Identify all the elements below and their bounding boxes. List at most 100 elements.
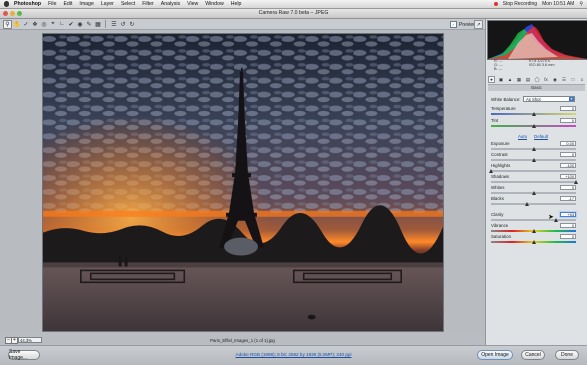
shadows-track[interactable]: [491, 181, 576, 183]
menu-image[interactable]: Image: [79, 1, 93, 7]
menu-window[interactable]: Window: [205, 1, 223, 7]
preview-toggle[interactable]: ✓ Preview: [450, 21, 477, 28]
spot-removal-tool-icon[interactable]: ✔: [67, 20, 75, 28]
tab-presets-icon[interactable]: ☰: [561, 77, 567, 83]
tint-slider[interactable]: Tint 0: [491, 118, 583, 130]
contrast-knob[interactable]: [531, 158, 536, 162]
blacks-track[interactable]: [491, 203, 576, 205]
open-image-button[interactable]: Open Image: [477, 350, 513, 360]
vibrance-knob[interactable]: [531, 229, 536, 233]
clarity-label: Clarity: [491, 212, 504, 217]
preferences-icon[interactable]: ☰: [110, 20, 118, 28]
whites-knob[interactable]: [531, 191, 536, 195]
tab-hsl-icon[interactable]: ▦: [516, 77, 522, 83]
menu-analysis[interactable]: Analysis: [161, 1, 180, 7]
clock[interactable]: Mon 10:51 AM: [542, 1, 574, 7]
zoom-tool-icon[interactable]: ⚲: [3, 19, 12, 29]
preview-checkbox[interactable]: ✓: [450, 21, 457, 28]
temperature-slider[interactable]: Temperature 0: [491, 106, 583, 118]
whites-value[interactable]: 0: [560, 185, 576, 190]
blacks-slider[interactable]: Blacks -17: [491, 196, 583, 208]
tab-snapshots-icon[interactable]: □: [570, 77, 576, 83]
tab-effects-icon[interactable]: fx: [543, 77, 549, 83]
auto-default-row: Auto Default: [518, 134, 558, 139]
highlights-track[interactable]: [491, 170, 576, 172]
shadows-knob[interactable]: [574, 180, 578, 184]
window-title: Camera Raw 7.0 beta – JPEG: [258, 10, 329, 16]
default-link[interactable]: Default: [534, 134, 548, 139]
straighten-tool-icon[interactable]: ∟: [58, 20, 66, 28]
rotate-ccw-icon[interactable]: ↺: [119, 20, 127, 28]
menu-app-name[interactable]: Photoshop: [14, 1, 41, 7]
menu-select[interactable]: Select: [121, 1, 135, 7]
tab-detail-icon[interactable]: ▲: [507, 77, 513, 83]
menu-file[interactable]: File: [48, 1, 56, 7]
saturation-slider[interactable]: Saturation 0: [491, 234, 583, 246]
contrast-label: Contrast: [491, 152, 508, 157]
blacks-label: Blacks: [491, 196, 504, 201]
clarity-track[interactable]: [491, 219, 576, 221]
white-balance-select[interactable]: As Shot ▾: [523, 96, 575, 102]
menu-filter[interactable]: Filter: [142, 1, 154, 7]
target-adjust-tool-icon[interactable]: ◎: [40, 20, 48, 28]
graduated-filter-icon[interactable]: ▦: [94, 20, 102, 28]
eiffel-tower-photo: [43, 34, 443, 331]
menu-view[interactable]: View: [187, 1, 198, 7]
saturation-knob[interactable]: [531, 240, 536, 244]
tint-knob[interactable]: [531, 124, 536, 128]
whites-label: Whites: [491, 185, 505, 190]
temperature-value[interactable]: 0: [560, 106, 576, 111]
camera-raw-toolbar: ⚲ ✋ ✓ ❖ ◎ ⌖ ∟ ✔ ◉ ✎ ▦ ☰ ↺ ↻: [0, 19, 485, 30]
exposure-value[interactable]: 0.00: [560, 141, 576, 146]
panel-tabs: ● ▣ ▲ ▦ ▤ ◯ fx ◉ ☰ □ ≡: [488, 76, 585, 85]
tab-split-toning-icon[interactable]: ▤: [525, 77, 531, 83]
exposure-knob[interactable]: [531, 147, 536, 151]
adjustment-brush-icon[interactable]: ✎: [85, 20, 93, 28]
rotate-cw-icon[interactable]: ↻: [128, 20, 136, 28]
toolbar-separator: [105, 20, 106, 28]
window-title-bar: Camera Raw 7.0 beta – JPEG: [0, 9, 587, 19]
highlights-value[interactable]: -100: [560, 163, 576, 168]
clarity-value[interactable]: +53: [560, 212, 576, 217]
red-eye-tool-icon[interactable]: ◉: [76, 20, 84, 28]
shadows-value[interactable]: +100: [560, 174, 576, 179]
full-screen-icon[interactable]: ↗: [474, 20, 483, 29]
shadows-label: Shadows: [491, 174, 510, 179]
color-sampler-tool-icon[interactable]: ❖: [31, 20, 39, 28]
highlights-knob[interactable]: [489, 169, 493, 173]
tab-camera-calibration-icon[interactable]: ◉: [552, 77, 558, 83]
tint-value[interactable]: 0: [560, 118, 576, 123]
panel-menu-icon[interactable]: ≡: [579, 77, 585, 83]
blacks-knob[interactable]: [524, 202, 529, 206]
highlights-label: Highlights: [491, 163, 511, 168]
blacks-value[interactable]: -17: [560, 196, 576, 201]
contrast-value[interactable]: 0: [560, 152, 576, 157]
vibrance-label: Vibrance: [491, 223, 509, 228]
photo-preview[interactable]: [42, 33, 444, 332]
menu-edit[interactable]: Edit: [63, 1, 72, 7]
auto-link[interactable]: Auto: [518, 134, 527, 139]
mouse-cursor-icon: ➤: [548, 214, 554, 221]
stop-recording-label[interactable]: Stop Recording: [503, 1, 537, 7]
tab-tone-curve-icon[interactable]: ▣: [498, 77, 504, 83]
saturation-value[interactable]: 0: [560, 234, 576, 239]
menu-help[interactable]: Help: [231, 1, 242, 7]
done-button[interactable]: Done: [555, 350, 579, 360]
cancel-button[interactable]: Cancel: [521, 350, 545, 360]
apple-icon[interactable]: [4, 1, 9, 7]
mac-menu-bar: Photoshop File Edit Image Layer Select F…: [0, 0, 587, 9]
readout-b: B: ---: [494, 67, 503, 72]
tab-lens-icon[interactable]: ◯: [534, 77, 540, 83]
crop-tool-icon[interactable]: ⌖: [49, 20, 57, 28]
spotlight-icon[interactable]: ⚲: [579, 1, 583, 7]
tab-basic-icon[interactable]: ●: [488, 76, 495, 83]
temperature-knob[interactable]: [531, 112, 536, 116]
menu-layer[interactable]: Layer: [101, 1, 114, 7]
hand-tool-icon[interactable]: ✋: [13, 20, 21, 28]
clarity-knob[interactable]: [553, 218, 558, 222]
rgb-readout: R: --- G: --- B: ---: [494, 59, 516, 72]
white-balance-tool-icon[interactable]: ✓: [22, 20, 30, 28]
readout-area: R: --- G: --- B: --- f/7.8 1/270 s ISO 8…: [489, 59, 585, 73]
exif-info: f/7.8 1/270 s ISO 80 3.6 mm: [529, 59, 579, 67]
vibrance-value[interactable]: 0: [560, 223, 576, 228]
